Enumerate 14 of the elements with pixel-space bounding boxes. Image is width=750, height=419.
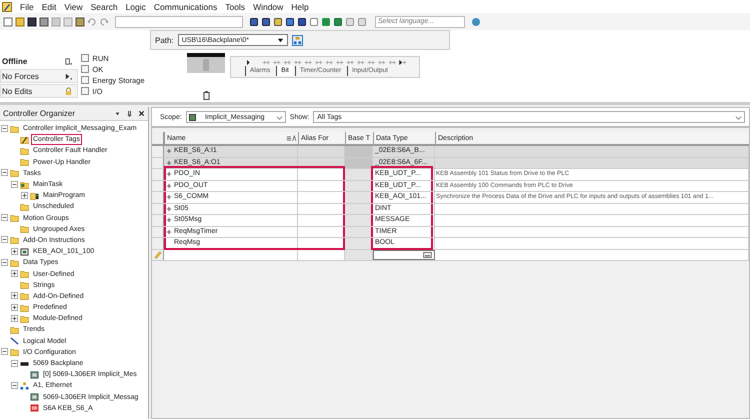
status-label: No Forces <box>2 72 39 80</box>
menu-item[interactable]: Logic <box>126 2 146 12</box>
menu-item[interactable]: Search <box>90 2 118 12</box>
menu-item[interactable]: Tools <box>225 2 246 12</box>
menu-item[interactable]: File <box>20 2 34 12</box>
panel-title: Controller Organizer <box>3 109 76 118</box>
status-label: No Edits <box>2 86 32 96</box>
path-label: Path: <box>155 36 174 44</box>
menu-item[interactable]: View <box>64 2 83 12</box>
menu-item[interactable]: Window <box>253 2 284 12</box>
status-label: Offline <box>2 56 28 66</box>
menu-item[interactable]: Help <box>291 2 309 12</box>
menu-item[interactable]: Communications <box>154 2 218 12</box>
menu-item[interactable]: Edit <box>42 2 56 12</box>
